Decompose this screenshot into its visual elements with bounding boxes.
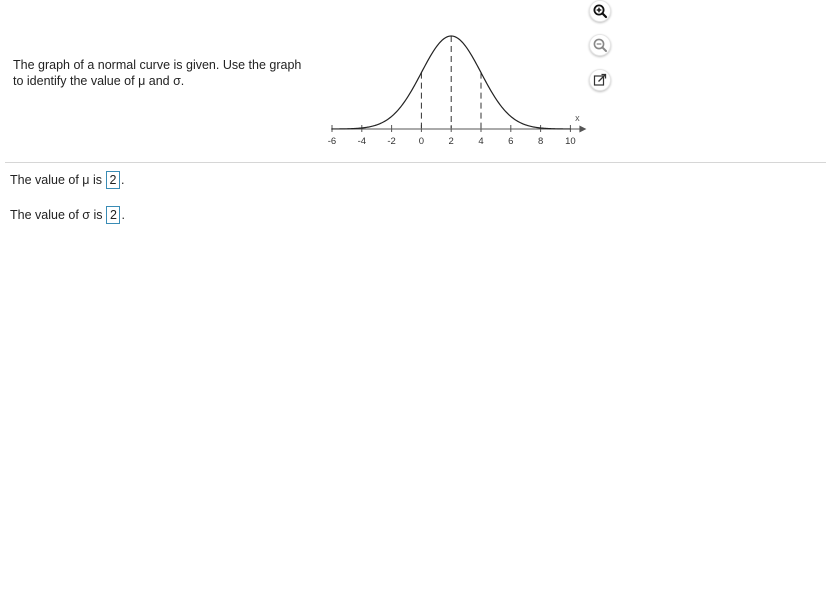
question-text: The graph of a normal curve is given. Us… bbox=[13, 58, 302, 88]
x-tick-label: -4 bbox=[358, 136, 366, 147]
section-divider bbox=[5, 162, 826, 163]
answer-sigma-label: The value of σ is bbox=[10, 208, 103, 222]
normal-curve-graph: -6 -4 -2 0 2 4 6 8 10 x bbox=[328, 35, 587, 147]
zoom-in-button[interactable] bbox=[589, 0, 611, 22]
x-tick-label: 10 bbox=[565, 136, 576, 147]
x-tick-label: 4 bbox=[478, 136, 483, 147]
x-tick-label: 6 bbox=[508, 136, 513, 147]
answer-mu-box[interactable]: 2 bbox=[105, 171, 120, 189]
x-tick-label: 8 bbox=[538, 136, 543, 147]
answer-sigma-box[interactable]: 2 bbox=[106, 206, 121, 224]
x-tick-label: 2 bbox=[449, 136, 454, 147]
x-tick-label: -2 bbox=[387, 136, 395, 147]
answer-sigma-period: . bbox=[121, 208, 125, 222]
x-tick-label: 0 bbox=[419, 136, 424, 147]
zoom-out-icon bbox=[593, 38, 607, 52]
x-tick-label: -6 bbox=[328, 136, 336, 147]
external-link-icon bbox=[593, 73, 607, 86]
x-axis-arrow bbox=[579, 125, 587, 133]
zoom-out-button[interactable] bbox=[589, 34, 611, 56]
answer-mu-period: . bbox=[120, 173, 125, 187]
x-axis-label: x bbox=[575, 113, 580, 123]
answer-sigma-line: The value of σ is 2 . bbox=[10, 206, 125, 224]
zoom-in-icon bbox=[593, 4, 608, 19]
answer-mu-line: The value of μ is 2 . bbox=[10, 171, 124, 189]
answer-mu-label: The value of μ is bbox=[10, 173, 102, 187]
popout-button[interactable] bbox=[589, 69, 611, 91]
